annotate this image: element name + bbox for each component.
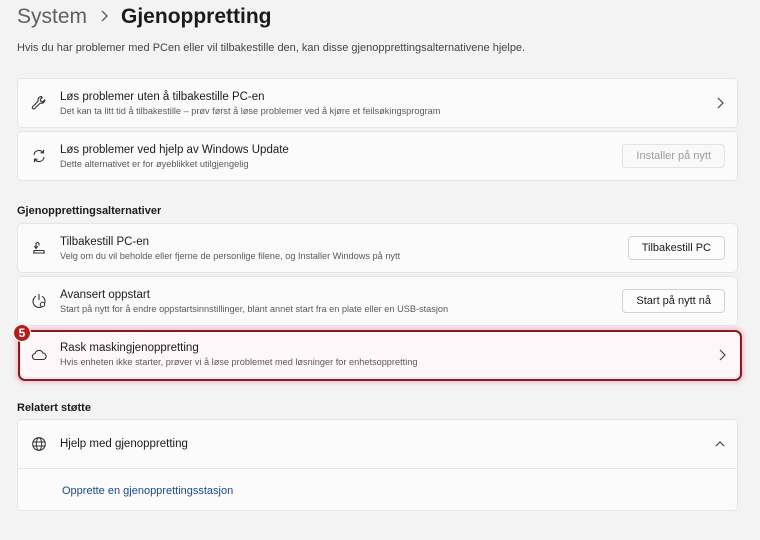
cloud-icon (31, 347, 47, 363)
breadcrumb-system[interactable]: System (17, 5, 87, 29)
windows-update-desc: Dette alternativet er for øyeblikket uti… (60, 159, 249, 169)
windows-update-title: Løs problemer ved hjelp av Windows Updat… (60, 144, 289, 156)
page-subtitle: Hvis du har problemer med PCen eller vil… (17, 42, 526, 54)
troubleshoot-title: Løs problemer uten å tilbakestille PC-en (60, 91, 265, 103)
advanced-startup-icon (31, 293, 47, 309)
quick-machine-recovery-card[interactable]: Rask maskingjenoppretting Hvis enheten i… (20, 331, 740, 378)
chevron-right-icon (715, 97, 725, 109)
troubleshoot-card[interactable]: Løs problemer uten å tilbakestille PC-en… (17, 78, 738, 128)
quick-recovery-title: Rask maskingjenoppretting (60, 342, 199, 354)
reinstall-button[interactable]: Installer på nytt (622, 144, 725, 168)
reset-pc-icon (31, 240, 47, 256)
reset-pc-desc: Velg om du vil beholde eller fjerne de p… (60, 251, 401, 261)
restart-now-button[interactable]: Start på nytt nå (622, 289, 725, 313)
advanced-startup-title: Avansert oppstart (60, 289, 150, 301)
recovery-options-heading: Gjenopprettingsalternativer (17, 205, 162, 217)
advanced-startup-card: Avansert oppstart Start på nytt for å en… (17, 276, 738, 326)
chevron-up-icon[interactable] (715, 438, 725, 450)
globe-icon (31, 436, 47, 452)
chevron-right-icon (100, 9, 109, 26)
recovery-help-card: Hjelp med gjenoppretting Opprette en gje… (17, 419, 738, 511)
recovery-help-title: Hjelp med gjenoppretting (60, 438, 188, 450)
windows-update-card: Løs problemer ved hjelp av Windows Updat… (17, 131, 738, 181)
sync-icon (31, 148, 47, 164)
reset-pc-card: Tilbakestill PC-en Velg om du vil behold… (17, 223, 738, 273)
quick-recovery-desc: Hvis enheten ikke starter, prøver vi å l… (60, 357, 418, 367)
chevron-right-icon (717, 349, 727, 361)
related-support-heading: Relatert støtte (17, 402, 91, 414)
reset-pc-button[interactable]: Tilbakestill PC (627, 236, 725, 260)
troubleshoot-desc: Det kan ta litt tid å tilbakestille – pr… (60, 106, 441, 116)
create-recovery-drive-link[interactable]: Opprette en gjenopprettingsstasjon (62, 485, 233, 497)
page-title: Gjenoppretting (121, 5, 272, 28)
wrench-icon (31, 95, 47, 111)
divider (18, 468, 737, 469)
advanced-startup-desc: Start på nytt for å endre oppstartsinnst… (60, 304, 449, 314)
recovery-help-header[interactable]: Hjelp med gjenoppretting (18, 420, 737, 468)
step-badge: 5 (13, 324, 31, 342)
breadcrumb: System Gjenoppretting (17, 3, 272, 31)
reset-pc-title: Tilbakestill PC-en (60, 236, 150, 248)
